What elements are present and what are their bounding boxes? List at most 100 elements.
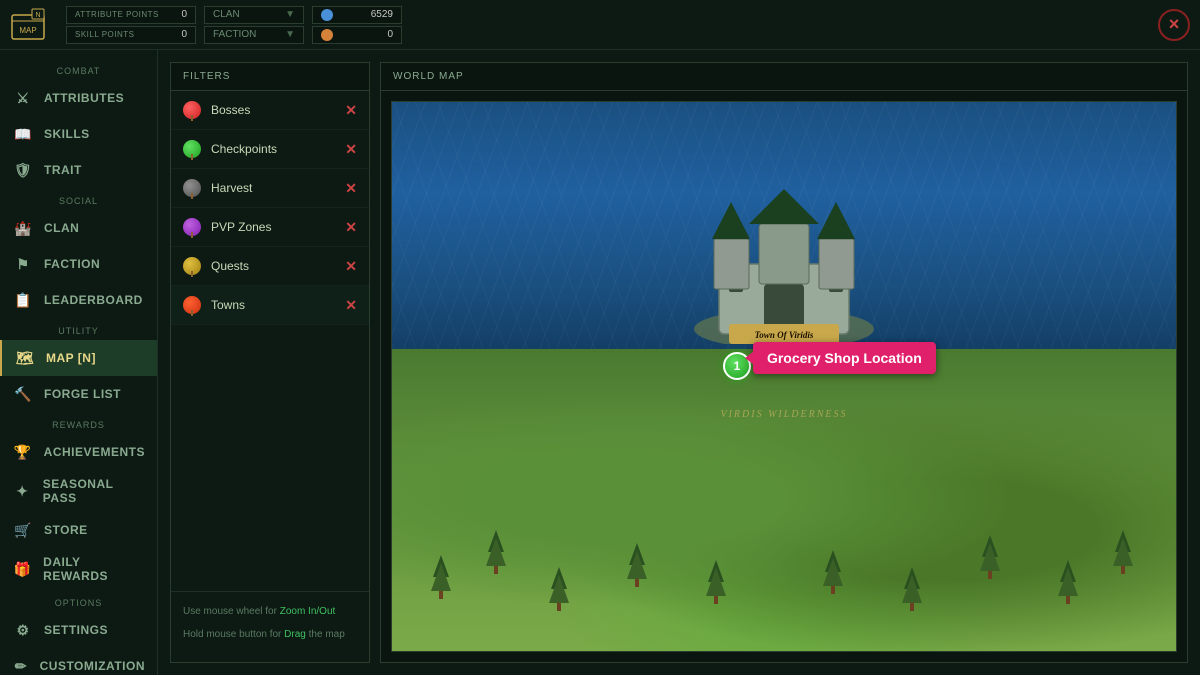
sidebar-item-seasonalpass[interactable]: ✦ SEASONAL PASS [0, 470, 157, 512]
achievements-label: ACHIEVEMENTS [44, 445, 145, 459]
skills-label: SKILLS [44, 127, 90, 141]
worldmap-panel: WORLD MAP [380, 62, 1188, 663]
leaderboard-icon: 📋 [12, 289, 34, 311]
sidebar-item-customization[interactable]: ✏ CUSTOMIZATION [0, 648, 157, 675]
filter-towns[interactable]: Towns ✕ [171, 286, 369, 325]
achievements-icon: 🏆 [12, 441, 34, 463]
tree-8 [980, 535, 1000, 579]
social-section-label: SOCIAL [0, 188, 157, 210]
points-block: ATTRIBUTE POINTS 0 SKILL POINTS 0 [66, 6, 196, 44]
filters-panel: FILTERS Bosses ✕ Checkpoints ✕ Harvest ✕… [170, 62, 370, 663]
sidebar-item-store[interactable]: 🛒 STORE [0, 512, 157, 548]
customization-label: CUSTOMIZATION [40, 659, 145, 673]
top-bar: MAP N ATTRIBUTE POINTS 0 SKILL POINTS 0 … [0, 0, 1200, 50]
combat-section-label: COMBAT [0, 58, 157, 80]
clan-label: CLAN [213, 9, 240, 20]
harvest-remove-icon[interactable]: ✕ [345, 180, 357, 197]
clan-arrow: ▼ [285, 9, 295, 20]
marker-number: 1 [734, 359, 741, 373]
filters-header: FILTERS [171, 63, 369, 91]
utility-section-label: UTILITY [0, 318, 157, 340]
filter-quests[interactable]: Quests ✕ [171, 247, 369, 286]
location-marker: 1 Grocery Shop Location [723, 352, 751, 380]
filter-bosses[interactable]: Bosses ✕ [171, 91, 369, 130]
harvest-pin-icon [183, 179, 201, 197]
attribute-points-row: ATTRIBUTE POINTS 0 [66, 6, 196, 24]
sidebar-item-map[interactable]: 🗺 MAP [N] [0, 340, 157, 376]
sidebar-item-skills[interactable]: 📖 SKILLS [0, 116, 157, 152]
store-icon: 🛒 [12, 519, 34, 541]
map-label: MAP [N] [46, 351, 96, 365]
svg-text:N: N [35, 12, 40, 19]
sidebar-item-dailyrewards[interactable]: 🎁 DAILY REWARDS [0, 548, 157, 590]
sidebar-item-settings[interactable]: ⚙ SETTINGS [0, 612, 157, 648]
sidebar-item-faction[interactable]: ⚑ FACTION [0, 246, 157, 282]
forgelist-icon: 🔨 [12, 383, 34, 405]
towns-label: Towns [211, 298, 335, 312]
tree-4 [627, 543, 647, 587]
towns-remove-icon[interactable]: ✕ [345, 297, 357, 314]
faction-dropdown[interactable]: FACTION ▼ [204, 26, 304, 44]
castle-svg: Town Of Viridis [674, 184, 894, 344]
coin-resource-row: 0 [312, 26, 402, 44]
sidebar-item-forgelist[interactable]: 🔨 FORGE LIST [0, 376, 157, 412]
dailyrewards-icon: 🎁 [12, 558, 33, 580]
main-layout: COMBAT ⚔ ATTRIBUTES 📖 SKILLS 🛡 TRAIT SOC… [0, 50, 1200, 675]
tree-3 [549, 567, 569, 611]
tree-7 [902, 567, 922, 611]
logo-icon: MAP N [10, 7, 46, 43]
bosses-label: Bosses [211, 103, 335, 117]
blue-resource-icon [321, 9, 333, 21]
map-viewport[interactable]: Town Of Viridis 1 Grocery Shop Location [391, 101, 1177, 652]
svg-text:Town Of Viridis: Town Of Viridis [755, 330, 814, 340]
faction-label: FACTION [213, 29, 256, 40]
blue-resource-value: 6529 [371, 9, 393, 20]
attributes-label: ATTRIBUTES [44, 91, 124, 105]
resource-block: 6529 0 [312, 6, 402, 44]
map-trees [392, 377, 1176, 624]
filter-harvest[interactable]: Harvest ✕ [171, 169, 369, 208]
tree-1 [431, 555, 451, 599]
sidebar-item-trait[interactable]: 🛡 TRAIT [0, 152, 157, 188]
attribute-points-label: ATTRIBUTE POINTS [75, 10, 167, 19]
bosses-remove-icon[interactable]: ✕ [345, 102, 357, 119]
filter-pvpzones[interactable]: PVP Zones ✕ [171, 208, 369, 247]
location-popup: Grocery Shop Location [753, 342, 936, 374]
quests-pin-icon [183, 257, 201, 275]
clan-icon: 🏰 [12, 217, 34, 239]
trait-icon: 🛡 [12, 159, 34, 181]
sidebar-item-attributes[interactable]: ⚔ ATTRIBUTES [0, 80, 157, 116]
filter-checkpoints[interactable]: Checkpoints ✕ [171, 130, 369, 169]
tree-6 [823, 550, 843, 594]
dropdown-block: CLAN ▼ FACTION ▼ [204, 6, 304, 44]
sidebar-item-leaderboard[interactable]: 📋 LEADERBOARD [0, 282, 157, 318]
quests-remove-icon[interactable]: ✕ [345, 258, 357, 275]
attributes-icon: ⚔ [12, 87, 34, 109]
pvpzones-label: PVP Zones [211, 220, 335, 234]
castle-island: Town Of Viridis [654, 184, 914, 349]
sidebar-item-achievements[interactable]: 🏆 ACHIEVEMENTS [0, 434, 157, 470]
pvpzones-remove-icon[interactable]: ✕ [345, 219, 357, 236]
coin-resource-value: 0 [387, 29, 393, 40]
faction-arrow: ▼ [285, 29, 295, 40]
settings-icon: ⚙ [12, 619, 34, 641]
clan-dropdown[interactable]: CLAN ▼ [204, 6, 304, 24]
zoom-hint: Use mouse wheel for Zoom In/Out [183, 604, 357, 619]
options-section-label: OPTIONS [0, 590, 157, 612]
towns-pin-icon [183, 296, 201, 314]
dailyrewards-label: DAILY REWARDS [43, 555, 145, 583]
rewards-section-label: REWARDS [0, 412, 157, 434]
content-area: FILTERS Bosses ✕ Checkpoints ✕ Harvest ✕… [158, 50, 1200, 675]
tree-10 [1113, 530, 1133, 574]
forgelist-label: FORGE LIST [44, 387, 121, 401]
close-button[interactable]: × [1158, 9, 1190, 41]
tree-5 [706, 560, 726, 604]
sidebar-item-clan[interactable]: 🏰 CLAN [0, 210, 157, 246]
coin-resource-icon [321, 29, 333, 41]
worldmap-content[interactable]: Town Of Viridis 1 Grocery Shop Location [381, 91, 1187, 662]
pvpzones-pin-icon [183, 218, 201, 236]
checkpoints-remove-icon[interactable]: ✕ [345, 141, 357, 158]
settings-label: SETTINGS [44, 623, 108, 637]
seasonalpass-label: SEASONAL PASS [43, 477, 145, 505]
tree-9 [1058, 560, 1078, 604]
